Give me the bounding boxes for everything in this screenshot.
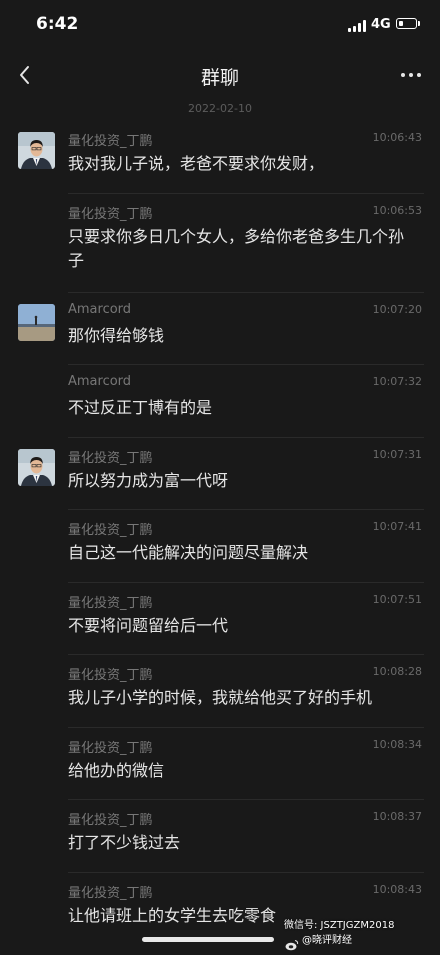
battery-icon — [396, 18, 417, 29]
message-time: 10:07:20 — [372, 302, 422, 316]
watermark-text: 微信号: JSZTJGZM2018 — [284, 920, 395, 931]
message-time: 10:07:41 — [372, 520, 422, 533]
home-indicator[interactable] — [142, 937, 274, 942]
sender-name: 量化投资_丁鹏 — [68, 813, 153, 828]
message-time: 10:08:34 — [372, 737, 422, 751]
battery-tip — [418, 21, 420, 26]
message-text: 那你得给够钱 — [68, 325, 165, 345]
message-item[interactable]: Amarcord 10:07:32 不过反正丁博有的是 — [0, 364, 440, 437]
message-time: 10:07:32 — [372, 375, 422, 388]
status-time: 6:42 — [36, 14, 79, 34]
sender-name: 量化投资_丁鹏 — [68, 523, 153, 538]
sender-name: 量化投资_丁鹏 — [68, 595, 153, 611]
message-item[interactable]: 量化投资_丁鹏 10:08:43 让他请班上的女学生去吃零食 — [0, 871, 440, 945]
message-item[interactable]: 量化投资_丁鹏 10:07:31 所以努力成为富一代呀 — [0, 436, 440, 510]
message-text: 我儿子小学的时候，我就给他买了好的手机 — [68, 688, 373, 707]
message-text: 自己这一代能解决的问题尽量解决 — [68, 543, 309, 562]
status-bar: 6:42 4G — [0, 0, 440, 52]
sender-name: 量化投资_丁鹏 — [68, 450, 153, 466]
avatar-amarcord[interactable] — [18, 303, 55, 341]
sender-name: 量化投资_丁鹏 — [68, 740, 153, 756]
sender-name: 量化投资_丁鹏 — [68, 668, 153, 683]
more-button[interactable] — [396, 62, 426, 88]
message-time: 10:08:37 — [372, 810, 422, 823]
message-text: 只要求你多日几个女人，多给你老爸多生几个孙子 — [68, 226, 405, 270]
message-time: 10:08:28 — [372, 665, 422, 678]
date-separator: 2022-02-10 — [188, 102, 252, 115]
message-item[interactable]: 量化投资_丁鹏 10:08:34 给他办的微信 — [0, 726, 440, 800]
avatar-ding-peng[interactable] — [18, 448, 55, 486]
message-item[interactable]: 量化投资_丁鹏 10:06:53 只要求你多日几个女人，多给你老爸多生几个孙子 — [0, 192, 440, 292]
message-text: 打了不少钱过去 — [68, 833, 181, 852]
watermark-handle: @晓评财经 — [302, 935, 352, 946]
message-item[interactable]: 量化投资_丁鹏 10:08:28 我儿子小学的时候，我就给他买了好的手机 — [0, 654, 440, 727]
message-text: 我对我儿子说，老爸不要求你发财， — [68, 154, 325, 173]
message-text: 不要将问题留给后一代 — [68, 615, 229, 635]
message-time: 10:06:53 — [372, 203, 422, 217]
sender-name: Amarcord — [68, 374, 132, 389]
message-item[interactable]: 量化投资_丁鹏 10:07:51 不要将问题留给后一代 — [0, 581, 440, 655]
message-text: 给他办的微信 — [68, 760, 165, 780]
message-time: 10:07:31 — [372, 447, 422, 461]
message-time: 10:06:43 — [372, 131, 422, 144]
more-icon — [401, 73, 421, 77]
message-text: 所以努力成为富一代呀 — [68, 470, 229, 490]
weibo-icon — [285, 936, 299, 951]
network-type: 4G — [371, 17, 391, 32]
page-title: 群聊 — [200, 67, 239, 89]
signal-icon — [348, 20, 366, 32]
sender-name: Amarcord — [68, 301, 132, 317]
message-item[interactable]: Amarcord 10:07:20 那你得给够钱 — [0, 291, 440, 365]
sender-name: 量化投资_丁鹏 — [68, 134, 153, 149]
sender-name: 量化投资_丁鹏 — [68, 206, 153, 222]
message-item[interactable]: 量化投资_丁鹏 10:07:41 自己这一代能解决的问题尽量解决 — [0, 509, 440, 582]
message-time: 10:07:51 — [372, 592, 422, 606]
message-item[interactable]: 量化投资_丁鹏 10:06:43 我对我儿子说，老爸不要求你发财， — [0, 120, 440, 193]
sender-name: 量化投资_丁鹏 — [68, 885, 153, 901]
message-time: 10:08:43 — [372, 882, 422, 896]
avatar-ding-peng[interactable] — [18, 132, 55, 169]
message-list: 量化投资_丁鹏 10:06:43 我对我儿子说，老爸不要求你发财， 量化投资_丁鹏 10… — [0, 120, 440, 944]
nav-bar: 群聊 — [0, 52, 440, 98]
message-text: 不过反正丁博有的是 — [68, 398, 213, 417]
message-item[interactable]: 量化投资_丁鹏 10:08:37 打了不少钱过去 — [0, 799, 440, 872]
